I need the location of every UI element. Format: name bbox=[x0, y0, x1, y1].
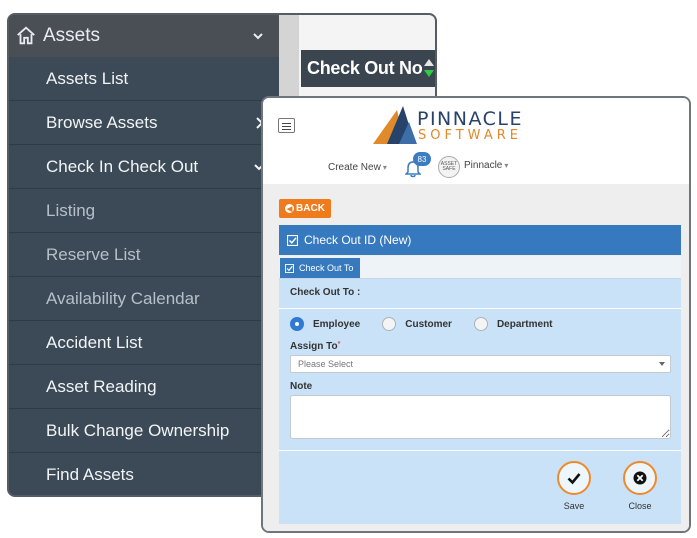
sidebar-item-label: Accident List bbox=[46, 332, 143, 352]
assign-to-label: Assign To* bbox=[290, 341, 340, 352]
sidebar-item-label: Browse Assets bbox=[46, 112, 158, 132]
required-marker: * bbox=[337, 341, 341, 348]
column-header-label: Check Out No bbox=[307, 58, 423, 78]
sidebar-item-label: Assets List bbox=[46, 68, 129, 88]
arrow-left-circle-icon: ◀ bbox=[285, 204, 295, 213]
assign-to-select[interactable]: Please Select bbox=[290, 355, 671, 373]
check-out-form: Check Out To : Employee Customer Departm… bbox=[279, 279, 681, 524]
panel-title: Check Out ID (New) bbox=[304, 233, 412, 247]
logo-text-software: SOFTWARE bbox=[418, 128, 522, 143]
check-out-to-radio-group: Employee Customer Department bbox=[290, 317, 575, 331]
divider bbox=[279, 308, 681, 309]
create-new-dropdown[interactable]: Create New ▾ bbox=[328, 162, 387, 173]
avatar[interactable]: ASSET SAFE bbox=[438, 156, 460, 178]
sidebar: Assets Assets List Browse Assets Check I… bbox=[9, 15, 279, 495]
back-button-label: BACK bbox=[296, 203, 325, 214]
top-bar: PINNACLE SOFTWARE Create New ▾ 83 ASSET S… bbox=[263, 98, 689, 184]
tab-bar: Check Out To bbox=[279, 256, 681, 279]
sidebar-header-assets[interactable]: Assets bbox=[9, 15, 279, 57]
checkbox-checked-icon bbox=[287, 234, 298, 246]
sidebar-item-browse-assets[interactable]: Browse Assets bbox=[9, 101, 279, 145]
sidebar-header-label: Assets bbox=[43, 25, 101, 46]
radio-label: Employee bbox=[313, 318, 361, 330]
close-icon bbox=[633, 471, 647, 485]
assign-to-placeholder: Please Select bbox=[298, 359, 354, 369]
panel-header: Check Out ID (New) bbox=[279, 225, 681, 255]
sidebar-item-label: Check In Check Out bbox=[46, 156, 199, 176]
sidebar-item-label: Bulk Change Ownership bbox=[46, 420, 230, 440]
hamburger-menu-icon[interactable] bbox=[278, 118, 295, 133]
radio-button-selected[interactable] bbox=[290, 317, 304, 331]
tab-check-out-to[interactable]: Check Out To bbox=[280, 258, 360, 278]
sidebar-item-check-in-check-out[interactable]: Check In Check Out bbox=[9, 145, 279, 189]
save-button[interactable]: Save bbox=[554, 461, 594, 511]
sidebar-item-assets-list[interactable]: Assets List bbox=[9, 57, 279, 101]
save-label: Save bbox=[563, 501, 585, 511]
sidebar-item-find-assets[interactable]: Find Assets bbox=[9, 453, 279, 495]
caret-down-icon: ▾ bbox=[382, 163, 387, 172]
user-menu[interactable]: Pinnacle ▾ bbox=[464, 160, 508, 171]
logo-text-pinnacle: PINNACLE bbox=[417, 108, 524, 130]
caret-down-icon bbox=[659, 362, 665, 366]
radio-employee[interactable]: Employee bbox=[290, 317, 360, 331]
checkmark-icon bbox=[567, 473, 581, 485]
radio-label: Customer bbox=[405, 318, 452, 330]
save-ring[interactable] bbox=[557, 461, 591, 495]
radio-customer[interactable]: Customer bbox=[382, 317, 452, 331]
close-ring[interactable] bbox=[623, 461, 657, 495]
notification-badge: 83 bbox=[413, 152, 431, 166]
close-label: Close bbox=[628, 501, 652, 511]
radio-department[interactable]: Department bbox=[473, 317, 553, 331]
tab-label: Check Out To bbox=[299, 263, 354, 273]
assign-to-label-text: Assign To bbox=[290, 341, 338, 352]
back-button[interactable]: ◀ BACK bbox=[279, 199, 331, 218]
sidebar-item-label: Find Assets bbox=[46, 464, 134, 484]
column-header-check-out-no[interactable]: Check Out No bbox=[301, 50, 435, 87]
check-out-to-heading: Check Out To : bbox=[290, 287, 361, 298]
radio-button[interactable] bbox=[473, 317, 488, 331]
note-textarea[interactable] bbox=[290, 395, 671, 439]
sidebar-item-label: Listing bbox=[46, 200, 96, 220]
sidebar-item-reserve-list[interactable]: Reserve List bbox=[9, 233, 279, 277]
sidebar-item-availability-calendar[interactable]: Availability Calendar bbox=[9, 277, 279, 321]
sidebar-item-asset-reading[interactable]: Asset Reading bbox=[9, 365, 279, 409]
sidebar-item-label: Availability Calendar bbox=[46, 288, 200, 308]
create-new-label: Create New bbox=[328, 162, 381, 173]
divider bbox=[279, 450, 681, 451]
sort-icon[interactable] bbox=[423, 56, 435, 80]
home-icon bbox=[17, 26, 35, 45]
note-label: Note bbox=[290, 381, 313, 392]
radio-label: Department bbox=[496, 318, 553, 330]
sidebar-item-label: Asset Reading bbox=[46, 376, 157, 396]
sidebar-item-label: Reserve List bbox=[46, 244, 141, 264]
checkout-window: PINNACLE SOFTWARE Create New ▾ 83 ASSET S… bbox=[261, 96, 691, 533]
checkbox-checked-icon bbox=[285, 263, 294, 273]
sidebar-item-listing[interactable]: Listing bbox=[9, 189, 279, 233]
sidebar-item-accident-list[interactable]: Accident List bbox=[9, 321, 279, 365]
user-name-label: Pinnacle bbox=[464, 160, 503, 171]
chevron-down-icon[interactable] bbox=[251, 29, 265, 43]
sidebar-item-bulk-change-ownership[interactable]: Bulk Change Ownership bbox=[9, 409, 279, 453]
main-area: ◀ BACK Check Out ID (New) Check Out To C… bbox=[263, 184, 689, 531]
close-button[interactable]: Close bbox=[620, 461, 660, 511]
radio-button[interactable] bbox=[382, 317, 397, 331]
caret-down-icon: ▾ bbox=[504, 161, 509, 170]
